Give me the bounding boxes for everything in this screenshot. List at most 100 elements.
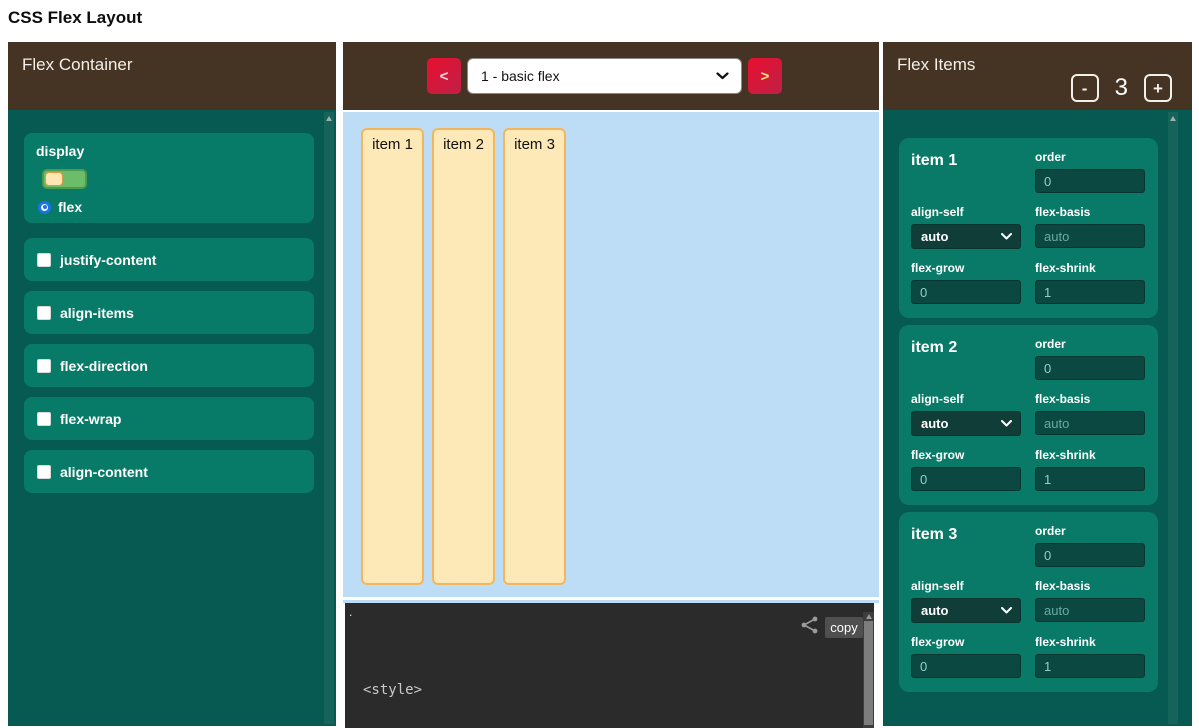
item-card-title: item 1 <box>911 150 1021 193</box>
flex-items-body: item 1 order align-self auto flex-basis <box>883 110 1192 726</box>
checkbox-icon[interactable] <box>37 412 51 426</box>
align-self-value: auto <box>912 229 1001 244</box>
align-self-label: align-self <box>911 392 1021 406</box>
flex-items-panel: Flex Items - 3 + item 1 order align-self… <box>883 42 1192 726</box>
prev-example-button[interactable]: < <box>427 58 461 94</box>
property-card-justify-content[interactable]: justify-content <box>24 238 314 281</box>
increase-items-button[interactable]: + <box>1144 74 1172 102</box>
toggle-knob-icon <box>45 172 63 186</box>
flex-grow-input[interactable] <box>911 467 1021 491</box>
share-icon[interactable] <box>800 615 820 635</box>
property-label: align-content <box>60 464 148 480</box>
flex-radio-label: flex <box>58 199 82 215</box>
item-count-stepper: - 3 + <box>1071 74 1172 102</box>
order-label: order <box>1035 337 1145 351</box>
item-card-title: item 2 <box>911 337 1021 380</box>
flex-item-1: item 1 <box>361 128 424 585</box>
flex-grow-label: flex-grow <box>911 448 1021 462</box>
example-select[interactable]: 1 - basic flex <box>467 58 742 94</box>
align-self-select[interactable]: auto <box>911 598 1021 623</box>
flex-container-panel: Flex Container display flex justify-cont… <box>8 42 336 726</box>
page-title: CSS Flex Layout <box>8 8 142 28</box>
flex-items-title: Flex Items <box>897 55 975 75</box>
order-label: order <box>1035 524 1145 538</box>
flex-grow-label: flex-grow <box>911 635 1021 649</box>
align-self-value: auto <box>912 603 1001 618</box>
display-label: display <box>36 143 84 159</box>
example-select-value: 1 - basic flex <box>468 68 716 84</box>
chevron-down-icon <box>1001 607 1012 614</box>
code-caret-dot: . <box>349 605 352 619</box>
property-card-align-items[interactable]: align-items <box>24 291 314 334</box>
align-self-select[interactable]: auto <box>911 224 1021 249</box>
align-self-label: align-self <box>911 205 1021 219</box>
decrease-items-button[interactable]: - <box>1071 74 1099 102</box>
flex-basis-input[interactable] <box>1035 224 1145 248</box>
flex-container-header: Flex Container <box>8 42 336 110</box>
flex-basis-label: flex-basis <box>1035 205 1145 219</box>
order-input[interactable] <box>1035 543 1145 567</box>
property-label: justify-content <box>60 252 156 268</box>
scroll-up-arrow-icon <box>1170 116 1176 121</box>
flex-grow-input[interactable] <box>911 280 1021 304</box>
flex-grow-label: flex-grow <box>911 261 1021 275</box>
property-card-flex-direction[interactable]: flex-direction <box>24 344 314 387</box>
flex-shrink-input[interactable] <box>1035 280 1145 304</box>
checkbox-icon[interactable] <box>37 253 51 267</box>
flex-shrink-label: flex-shrink <box>1035 261 1145 275</box>
property-label: flex-direction <box>60 358 148 374</box>
item-card-title: item 3 <box>911 524 1021 567</box>
flex-radio[interactable] <box>38 201 51 214</box>
property-card-flex-wrap[interactable]: flex-wrap <box>24 397 314 440</box>
preview-column: < 1 - basic flex > item 1 item 2 item 3 … <box>343 42 879 728</box>
checkbox-icon[interactable] <box>37 465 51 479</box>
align-self-label: align-self <box>911 579 1021 593</box>
flex-shrink-input[interactable] <box>1035 467 1145 491</box>
item-count: 3 <box>1115 74 1128 102</box>
flex-basis-label: flex-basis <box>1035 579 1145 593</box>
flex-basis-label: flex-basis <box>1035 392 1145 406</box>
item-2-card: item 2 order align-self auto flex-basis <box>899 325 1158 505</box>
scrollbar[interactable] <box>1168 112 1178 724</box>
flex-grow-input[interactable] <box>911 654 1021 678</box>
flex-item-3: item 3 <box>503 128 566 585</box>
flex-item-2: item 2 <box>432 128 495 585</box>
property-label: align-items <box>60 305 134 321</box>
flex-stage: item 1 item 2 item 3 <box>343 112 879 597</box>
order-label: order <box>1035 150 1145 164</box>
chevron-down-icon <box>716 72 729 80</box>
flex-container-body: display flex justify-content align-items… <box>8 110 336 726</box>
display-toggle[interactable] <box>42 169 87 189</box>
order-input[interactable] <box>1035 356 1145 380</box>
scrollbar-thumb[interactable] <box>864 621 873 725</box>
scroll-up-arrow-icon <box>866 614 872 619</box>
property-label: flex-wrap <box>60 411 121 427</box>
checkbox-icon[interactable] <box>37 359 51 373</box>
flex-container-title: Flex Container <box>22 55 133 75</box>
display-option-row: flex <box>38 199 82 215</box>
align-self-select[interactable]: auto <box>911 411 1021 436</box>
align-self-value: auto <box>912 416 1001 431</box>
chevron-down-icon <box>1001 420 1012 427</box>
flex-shrink-input[interactable] <box>1035 654 1145 678</box>
checkbox-icon[interactable] <box>37 306 51 320</box>
code-scrollbar[interactable] <box>863 612 874 728</box>
scroll-up-arrow-icon <box>326 116 332 121</box>
flex-items-header: Flex Items - 3 + <box>883 42 1192 110</box>
flex-shrink-label: flex-shrink <box>1035 635 1145 649</box>
code-text: <style> .flex-container { display: flex; <box>363 643 523 728</box>
item-3-card: item 3 order align-self auto flex-basis <box>899 512 1158 692</box>
code-line: <style> <box>363 681 523 700</box>
scrollbar[interactable] <box>324 112 334 724</box>
property-card-align-content[interactable]: align-content <box>24 450 314 493</box>
display-card: display flex <box>24 133 314 223</box>
item-1-card: item 1 order align-self auto flex-basis <box>899 138 1158 318</box>
order-input[interactable] <box>1035 169 1145 193</box>
flex-shrink-label: flex-shrink <box>1035 448 1145 462</box>
flex-basis-input[interactable] <box>1035 598 1145 622</box>
preview-header: < 1 - basic flex > <box>343 42 879 110</box>
next-example-button[interactable]: > <box>748 58 782 94</box>
copy-button[interactable]: copy <box>825 617 863 638</box>
flex-basis-input[interactable] <box>1035 411 1145 435</box>
chevron-down-icon <box>1001 233 1012 240</box>
